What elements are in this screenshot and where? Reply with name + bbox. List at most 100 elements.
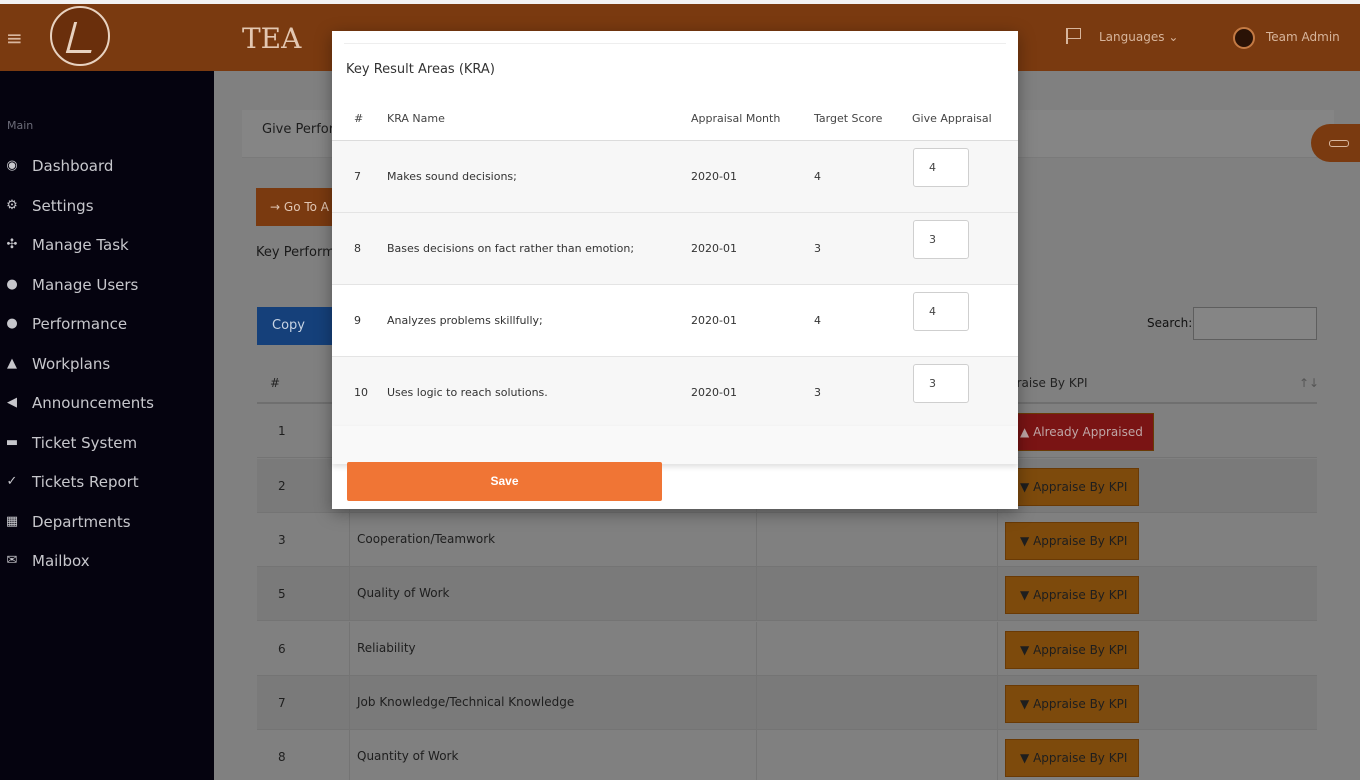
row-number: 5 [278, 587, 286, 601]
column-header-give-appraisal: Give Appraisal [912, 112, 992, 125]
appraise-by-kpi-button[interactable]: ▼ Appraise By KPI [1005, 739, 1139, 777]
save-button[interactable]: Save [347, 462, 662, 501]
thumbs-down-icon: ▼ [1020, 751, 1030, 765]
button-label: Appraise By KPI [1033, 751, 1128, 765]
target-score: 3 [814, 242, 821, 255]
sidebar: Main ◉ Dashboard ⚙ Settings ✣ Manage Task ●… [0, 71, 214, 780]
button-label: Appraise By KPI [1033, 534, 1128, 548]
sidebar-item-departments[interactable]: ▦ Departments [4, 513, 131, 531]
thumbs-down-icon: ▼ [1020, 480, 1030, 494]
column-header-number[interactable]: # [270, 376, 280, 390]
sidebar-heading: Main [7, 119, 34, 132]
sidebar-item-label: Manage Task [32, 236, 129, 254]
row-number: 3 [278, 533, 286, 547]
dashboard-icon: ◉ [6, 158, 18, 173]
table-row: 8 Quantity of Work ▼ Appraise By KPI [257, 730, 1317, 780]
settings-toggle-icon[interactable] [1311, 124, 1360, 162]
row-number: 2 [278, 479, 286, 493]
row-kpi-name: Cooperation/Teamwork [357, 532, 496, 546]
column-header-appraise[interactable]: praise By KPI [1009, 376, 1087, 390]
thumbs-down-icon: ▼ [1020, 643, 1030, 657]
search-input[interactable] [1193, 307, 1317, 340]
table-row: 9 Analyzes problems skillfully; 2020-01 … [332, 285, 1018, 357]
thumbs-up-icon: ▲ [1020, 425, 1030, 439]
appraisal-score-input[interactable] [913, 292, 969, 331]
table-row: 5 Quality of Work ▼ Appraise By KPI [257, 567, 1317, 621]
target-score: 4 [814, 170, 821, 183]
appraise-by-kpi-button[interactable]: ▼ Appraise By KPI [1005, 468, 1139, 506]
appraise-by-kpi-button[interactable]: ▼ Appraise By KPI [1005, 685, 1139, 723]
row-kpi-name: Quantity of Work [357, 749, 459, 763]
kra-name: Bases decisions on fact rather than emot… [387, 242, 635, 255]
sidebar-item-manage-task[interactable]: ✣ Manage Task [4, 236, 129, 254]
row-number: 9 [354, 314, 361, 327]
sidebar-item-label: Performance [32, 315, 128, 333]
row-kpi-name: Job Knowledge/Technical Knowledge [357, 695, 575, 709]
sidebar-item-label: Departments [32, 513, 131, 531]
table-row: 10 Uses logic to reach solutions. 2020-0… [332, 357, 1018, 429]
column-header-kra-name: KRA Name [387, 112, 445, 125]
kra-name: Analyzes problems skillfully; [387, 314, 543, 327]
go-to-label: Go To A [283, 200, 330, 214]
appraisal-score-input[interactable] [913, 364, 969, 403]
button-label: Already Appraised [1033, 425, 1143, 439]
kra-name: Uses logic to reach solutions. [387, 386, 548, 399]
flag-icon[interactable] [1066, 28, 1081, 44]
appraisal-month: 2020-01 [691, 314, 737, 327]
row-number: 1 [278, 424, 286, 438]
sidebar-item-settings[interactable]: ⚙ Settings [4, 197, 94, 215]
languages-label: Languages [1099, 30, 1165, 44]
sidebar-item-ticket-system[interactable]: ▬ Ticket System [4, 434, 137, 452]
column-header-appraisal-month: Appraisal Month [691, 112, 781, 125]
languages-dropdown[interactable]: Languages ⌄ [1099, 30, 1178, 44]
table-row: 8 Bases decisions on fact rather than em… [332, 213, 1018, 285]
sidebar-item-performance[interactable]: ● Performance [4, 315, 127, 333]
sidebar-item-announcements[interactable]: ◀ Announcements [4, 394, 154, 412]
thumbs-down-icon: ▼ [1020, 697, 1030, 711]
appraisal-score-input[interactable] [913, 148, 969, 187]
appraisal-score-input[interactable] [913, 220, 969, 259]
user-name[interactable]: Team Admin [1266, 30, 1340, 44]
row-number: 10 [354, 386, 368, 399]
chevron-down-icon: ⌄ [1168, 30, 1179, 44]
kra-table-header: # KRA Name Appraisal Month Target Score … [332, 107, 1018, 141]
sidebar-item-label: Dashboard [32, 157, 114, 175]
button-label: Appraise By KPI [1033, 480, 1128, 494]
hamburger-menu-icon[interactable]: ≡ [6, 26, 23, 50]
check-circle-icon: ✓ [6, 474, 18, 489]
tasks-icon: ✣ [6, 237, 18, 252]
sidebar-item-tickets-report[interactable]: ✓ Tickets Report [4, 473, 139, 491]
company-logo[interactable] [50, 6, 110, 66]
appraise-by-kpi-button[interactable]: ▼ Appraise By KPI [1005, 631, 1139, 669]
row-number: 7 [354, 170, 361, 183]
sidebar-item-mailbox[interactable]: ✉ Mailbox [4, 552, 90, 570]
modal-title: Key Result Areas (KRA) [346, 62, 495, 77]
target-score: 4 [814, 314, 821, 327]
brand-name[interactable]: TEA [242, 22, 301, 55]
table-footer [332, 426, 1018, 464]
button-label: Appraise By KPI [1033, 588, 1128, 602]
kra-name: Makes sound decisions; [387, 170, 517, 183]
avatar[interactable] [1233, 27, 1255, 49]
sidebar-item-label: Settings [32, 197, 94, 215]
sidebar-item-label: Ticket System [32, 434, 138, 452]
appraise-by-kpi-button[interactable]: ▼ Appraise By KPI [1005, 576, 1139, 614]
sidebar-item-workplans[interactable]: ▲ Workplans [4, 355, 110, 373]
target-score: 3 [814, 386, 821, 399]
ticket-icon: ▬ [5, 435, 19, 450]
already-appraised-button[interactable]: ▲ Already Appraised [1005, 413, 1154, 451]
column-header-number: # [354, 112, 364, 125]
appraisal-month: 2020-01 [691, 170, 737, 183]
sidebar-item-manage-users[interactable]: ● Manage Users [4, 276, 138, 294]
card-title: Give Perfor [262, 122, 335, 137]
row-number: 6 [278, 642, 286, 656]
kra-modal: Key Result Areas (KRA) # KRA Name Apprai… [332, 31, 1018, 509]
table-row: 3 Cooperation/Teamwork ▼ Appraise By KPI [257, 513, 1317, 567]
appraisal-month: 2020-01 [691, 242, 737, 255]
appraise-by-kpi-button[interactable]: ▼ Appraise By KPI [1005, 522, 1139, 560]
column-header-target-score: Target Score [814, 112, 883, 125]
users-icon: ● [6, 277, 18, 292]
thumbs-down-icon: ▼ [1020, 534, 1030, 548]
sort-icon[interactable]: ↑↓ [1299, 376, 1319, 390]
sidebar-item-dashboard[interactable]: ◉ Dashboard [4, 157, 113, 175]
